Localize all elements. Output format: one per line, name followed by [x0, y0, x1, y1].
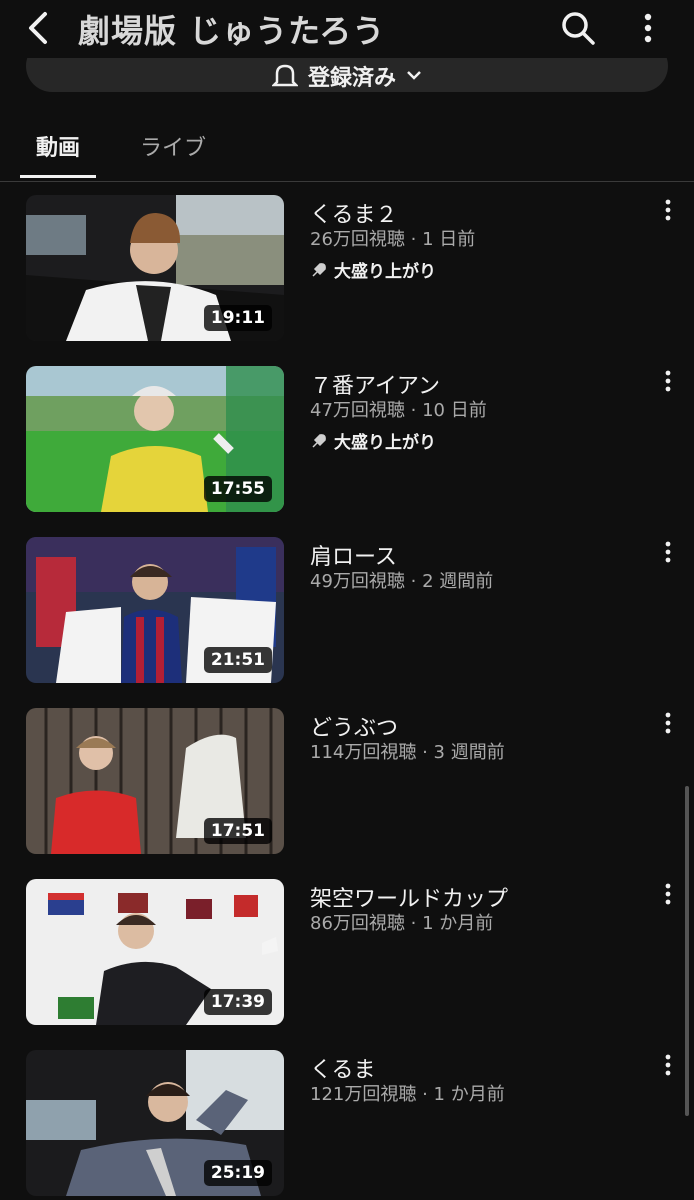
video-item[interactable]: 19:11 くるま２ 26万回視聴 · 1 日前 大盛り上がり	[0, 195, 694, 341]
video-duration: 17:39	[203, 989, 272, 1015]
video-meta: 121万回視聴 · 1 か月前	[310, 1084, 505, 1105]
kebab-menu-icon	[665, 370, 671, 392]
tab-videos[interactable]: 動画	[20, 130, 96, 178]
kebab-menu-icon	[665, 883, 671, 905]
video-item[interactable]: 17:51 どうぶつ 114万回視聴 · 3 週間前	[0, 708, 694, 854]
video-meta: 26万回視聴 · 1 日前	[310, 229, 476, 250]
video-menu-button[interactable]	[656, 1050, 680, 1080]
video-menu-button[interactable]	[656, 537, 680, 567]
trending-label: 大盛り上がり	[334, 262, 436, 282]
video-menu-button[interactable]	[656, 708, 680, 738]
channel-tabs: 動画 ライブ	[0, 112, 694, 182]
scrollbar[interactable]	[685, 786, 689, 1116]
video-thumbnail[interactable]: 25:19	[26, 1050, 284, 1196]
kebab-menu-icon	[665, 1054, 671, 1076]
video-duration: 21:51	[203, 647, 272, 673]
rocket-icon	[312, 262, 326, 277]
video-item[interactable]: 25:19 くるま 121万回視聴 · 1 か月前	[0, 1050, 694, 1196]
bell-icon	[271, 64, 298, 87]
trending-badge: 大盛り上がり	[310, 257, 436, 282]
video-menu-button[interactable]	[656, 366, 680, 396]
subscribed-label: 登録済み	[307, 66, 396, 91]
trending-badge: 大盛り上がり	[310, 428, 436, 453]
back-button[interactable]	[20, 8, 56, 48]
kebab-menu-icon	[665, 712, 671, 734]
video-meta: 49万回視聴 · 2 週間前	[310, 571, 494, 592]
trending-label: 大盛り上がり	[334, 433, 436, 453]
video-duration: 17:55	[203, 476, 272, 502]
video-meta: 47万回視聴 · 10 日前	[310, 400, 487, 421]
video-thumbnail[interactable]: 21:51	[26, 537, 284, 683]
video-duration: 17:51	[203, 818, 272, 844]
video-item[interactable]: 17:55 ７番アイアン 47万回視聴 · 10 日前 大盛り上がり	[0, 366, 694, 512]
video-thumbnail[interactable]: 17:39	[26, 879, 284, 1025]
app-header: 劇場版 じゅうたろう	[0, 0, 694, 58]
video-thumbnail[interactable]: 19:11	[26, 195, 284, 341]
channel-title: 劇場版 じゅうたろう	[78, 12, 386, 50]
kebab-menu-icon	[665, 541, 671, 563]
kebab-menu-icon	[644, 13, 652, 43]
video-duration: 25:19	[203, 1160, 272, 1186]
search-button[interactable]	[556, 8, 600, 48]
video-duration: 19:11	[203, 305, 272, 331]
more-options-button[interactable]	[632, 8, 664, 48]
chevron-down-icon	[407, 71, 421, 80]
video-item[interactable]: 21:51 肩ロース 49万回視聴 · 2 週間前	[0, 537, 694, 683]
video-meta: 86万回視聴 · 1 か月前	[310, 913, 494, 934]
kebab-menu-icon	[665, 199, 671, 221]
video-meta: 114万回視聴 · 3 週間前	[310, 742, 505, 763]
video-item[interactable]: 17:39 架空ワールドカップ 86万回視聴 · 1 か月前	[0, 879, 694, 1025]
video-menu-button[interactable]	[656, 879, 680, 909]
tab-live[interactable]: ライブ	[140, 130, 206, 178]
search-icon	[562, 12, 595, 45]
video-thumbnail[interactable]: 17:51	[26, 708, 284, 854]
back-arrow-icon	[29, 12, 47, 44]
video-thumbnail[interactable]: 17:55	[26, 366, 284, 512]
video-menu-button[interactable]	[656, 195, 680, 225]
rocket-icon	[312, 433, 326, 448]
